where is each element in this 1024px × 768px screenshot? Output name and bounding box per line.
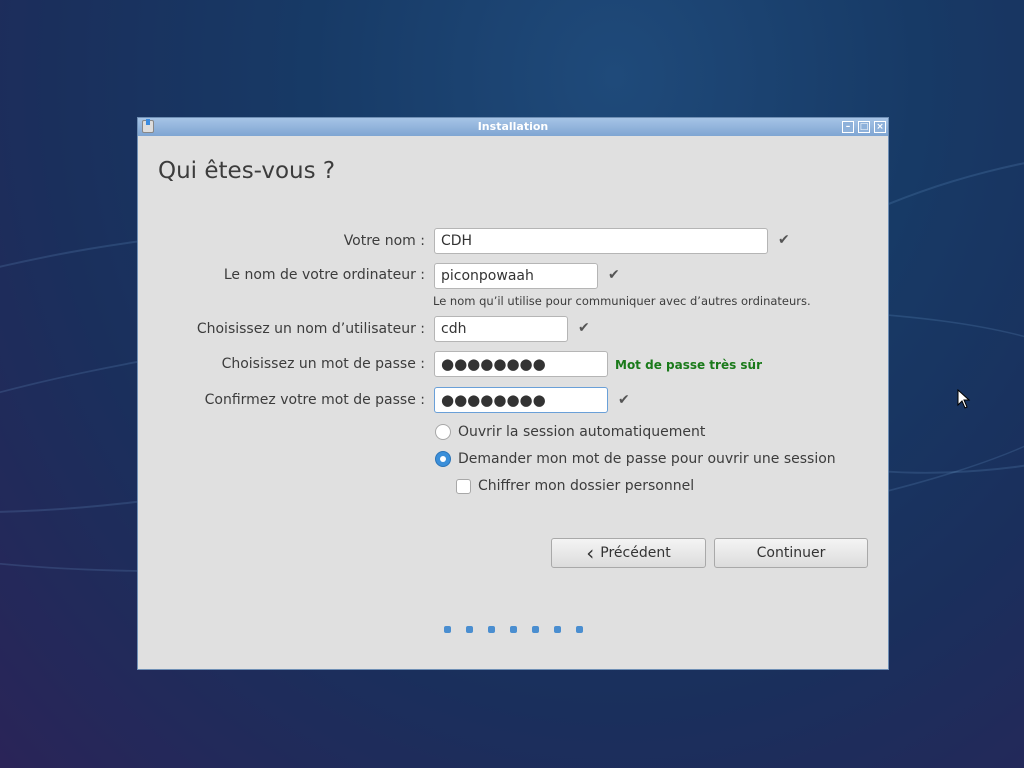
continue-button[interactable]: Continuer (714, 538, 868, 568)
progress-dot (554, 626, 561, 633)
name-label: Votre nom : (343, 233, 425, 249)
page-title: Qui êtes-vous ? (158, 158, 336, 184)
close-button[interactable]: × (874, 121, 886, 133)
password-label: Choisissez un mot de passe : (221, 356, 425, 372)
progress-dot (576, 626, 583, 633)
require-password-label: Demander mon mot de passe pour ouvrir un… (458, 451, 836, 467)
back-button[interactable]: ‹ Précédent (551, 538, 706, 568)
computer-name-input[interactable]: piconpowaah (434, 263, 598, 289)
radio-icon[interactable] (435, 424, 451, 440)
installer-icon (142, 119, 154, 133)
encrypt-home-label: Chiffrer mon dossier personnel (478, 478, 695, 494)
confirm-password-label: Confirmez votre mot de passe : (204, 392, 425, 408)
mouse-cursor-icon (957, 389, 971, 409)
chevron-left-icon: ‹ (586, 541, 595, 565)
progress-dot (488, 626, 495, 633)
check-icon: ✔ (778, 232, 790, 248)
progress-dot (532, 626, 539, 633)
name-input[interactable]: CDH (434, 228, 768, 254)
encrypt-home-checkbox[interactable]: Chiffrer mon dossier personnel (456, 478, 694, 494)
check-icon: ✔ (608, 267, 620, 283)
computer-name-hint: Le nom qu’il utilise pour communiquer av… (433, 294, 811, 308)
username-label: Choisissez un nom d’utilisateur : (196, 321, 425, 337)
installation-window: Installation – □ × Qui êtes-vous ? Votre… (137, 117, 889, 670)
radio-selected-icon[interactable] (435, 451, 451, 467)
progress-dot (444, 626, 451, 633)
auto-login-radio[interactable]: Ouvrir la session automatiquement (435, 424, 705, 440)
confirm-password-input[interactable]: ●●●●●●●● (434, 387, 608, 413)
window-title: Installation (477, 120, 549, 133)
continue-label: Continuer (756, 545, 826, 561)
auto-login-label: Ouvrir la session automatiquement (458, 424, 706, 440)
title-bar[interactable]: Installation – □ × (138, 118, 888, 136)
checkbox-icon[interactable] (456, 478, 471, 494)
password-strength: Mot de passe très sûr (615, 358, 763, 372)
computer-name-label: Le nom de votre ordinateur : (223, 267, 425, 283)
require-password-radio[interactable]: Demander mon mot de passe pour ouvrir un… (435, 451, 836, 467)
progress-dot (466, 626, 473, 633)
progress-dot (510, 626, 517, 633)
back-label: Précédent (600, 545, 671, 561)
password-input[interactable]: ●●●●●●●● (434, 351, 608, 377)
minimize-button[interactable]: – (842, 121, 854, 133)
maximize-button[interactable]: □ (858, 121, 870, 133)
check-icon: ✔ (618, 392, 630, 408)
username-input[interactable]: cdh (434, 316, 568, 342)
check-icon: ✔ (578, 320, 590, 336)
